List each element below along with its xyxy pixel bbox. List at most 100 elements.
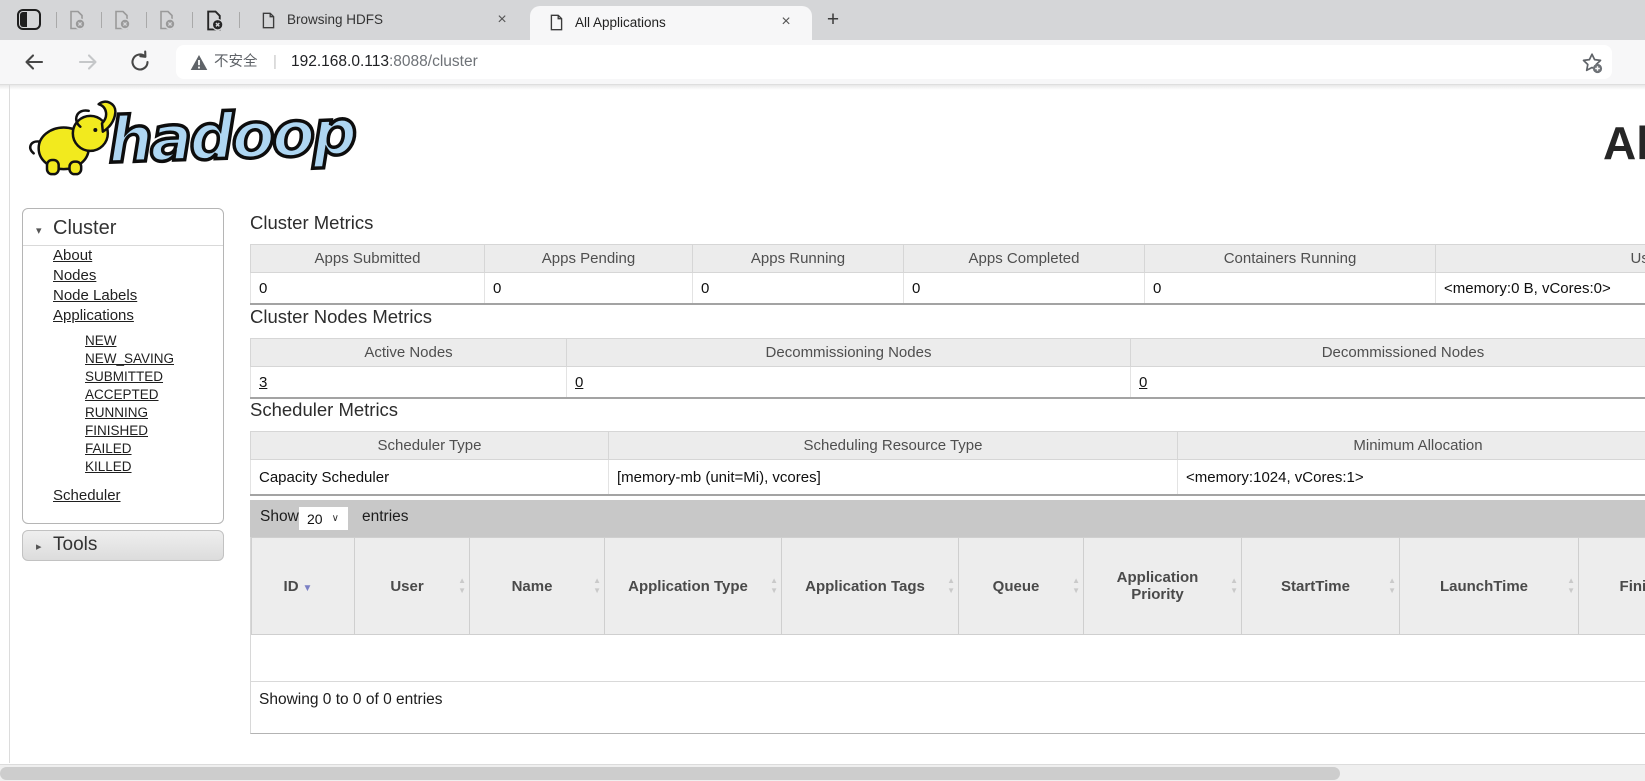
decommissioning-nodes-link[interactable]: 0 — [575, 374, 583, 391]
blocked-file-icon — [112, 10, 132, 30]
col-application-priority[interactable]: Application Priority▲▼ — [1084, 538, 1242, 635]
pinned-tab-2[interactable] — [112, 10, 132, 30]
sidebar-item-applications[interactable]: Applications — [53, 307, 134, 324]
table-length-toolbar: Show 20 ∨ entries — [250, 500, 1645, 537]
horizontal-scrollbar[interactable] — [0, 764, 1645, 781]
url-text: 192.168.0.113:8088/cluster — [291, 45, 478, 79]
pinned-tab-4[interactable] — [204, 10, 224, 30]
scheduler-metrics-heading: Scheduler Metrics — [250, 399, 398, 421]
scrollbar-thumb[interactable] — [0, 767, 1340, 780]
sidebar-item-accepted[interactable]: ACCEPTED — [85, 387, 159, 402]
blocked-file-icon — [204, 10, 225, 31]
sort-icons: ▲▼ — [1388, 576, 1396, 596]
table-header-row: Active Nodes Decommissioning Nodes Decom… — [251, 339, 1645, 367]
sort-icons: ▲▼ — [1230, 576, 1238, 596]
col-queue[interactable]: Queue▲▼ — [959, 538, 1084, 635]
chevron-right-icon: ▸ — [36, 540, 42, 553]
table-header-row: Apps Submitted Apps Pending Apps Running… — [251, 245, 1645, 273]
url-separator: | — [273, 45, 277, 79]
sidebar-item-submitted[interactable]: SUBMITTED — [85, 369, 163, 384]
chevron-down-icon[interactable]: ▾ — [36, 224, 42, 237]
back-button[interactable] — [22, 50, 46, 74]
sidebar-item-about[interactable]: About — [53, 247, 92, 264]
refresh-button[interactable] — [128, 50, 152, 74]
close-icon[interactable]: × — [492, 10, 512, 30]
scheduling-resource-type-value: [memory-mb (unit=Mi), vcores] — [609, 460, 1178, 496]
col-finishtime[interactable]: FinishTime▲▼ — [1579, 538, 1645, 635]
pinned-tab-3[interactable] — [157, 10, 177, 30]
apps-completed-value: 0 — [904, 273, 1145, 305]
tab-separator — [56, 12, 57, 28]
sort-icons: ▲▼ — [770, 576, 778, 596]
empty-table-row — [251, 635, 1645, 682]
table-info-text: Showing 0 to 0 of 0 entries — [259, 691, 443, 709]
col-name[interactable]: Name▲▼ — [470, 538, 605, 635]
decommissioned-nodes-link[interactable]: 0 — [1139, 374, 1147, 391]
sidebar-tools-section[interactable]: ▸ Tools — [22, 530, 224, 561]
cluster-metrics-table: Apps Submitted Apps Pending Apps Running… — [250, 244, 1645, 305]
sort-desc-icon: ▼ — [303, 583, 313, 594]
sidebar-item-new-saving[interactable]: NEW_SAVING — [85, 351, 174, 366]
col-apps-completed: Apps Completed — [904, 245, 1145, 273]
col-active-nodes: Active Nodes — [251, 339, 567, 367]
col-application-type[interactable]: Application Type▲▼ — [605, 538, 782, 635]
sort-icons: ▲▼ — [947, 576, 955, 596]
sidebar-item-nodes[interactable]: Nodes — [53, 267, 96, 284]
page-icon — [260, 12, 277, 29]
tab-title: All Applications — [575, 15, 666, 30]
toolbar-shadow — [0, 85, 1645, 90]
scheduler-type-value: Capacity Scheduler — [251, 460, 609, 496]
close-icon[interactable]: × — [776, 12, 796, 32]
tab-strip: Browsing HDFS × All Applications × + — [0, 0, 1645, 40]
sort-icons: ▲▼ — [1072, 576, 1080, 596]
sidebar-item-running[interactable]: RUNNING — [85, 405, 148, 420]
col-minimum-allocation: Minimum Allocation — [1178, 432, 1645, 460]
tab-separator — [192, 12, 193, 28]
tab-browsing-hdfs[interactable]: Browsing HDFS × — [242, 0, 528, 40]
page-size-select[interactable]: 20 ∨ — [299, 507, 348, 530]
sort-icons: ▲▼ — [1567, 576, 1575, 596]
col-used-resources: Used Resources — [1436, 245, 1645, 273]
applications-table-container: ID▼ User▲▼ Name▲▼ Application Type▲▼ App… — [250, 537, 1645, 734]
applications-table: ID▼ User▲▼ Name▲▼ Application Type▲▼ App… — [251, 537, 1645, 635]
tab-separator — [101, 12, 102, 28]
sidebar-item-killed[interactable]: KILLED — [85, 459, 132, 474]
sidebar-item-failed[interactable]: FAILED — [85, 441, 132, 456]
col-application-tags[interactable]: Application Tags▲▼ — [782, 538, 959, 635]
page-title: All Applications — [1603, 116, 1645, 170]
workspaces-icon[interactable] — [17, 9, 41, 30]
tab-all-applications[interactable]: All Applications × — [530, 6, 812, 40]
col-starttime[interactable]: StartTime▲▼ — [1242, 538, 1400, 635]
col-id[interactable]: ID▼ — [252, 538, 355, 635]
cluster-metrics-heading: Cluster Metrics — [250, 212, 373, 234]
sidebar-item-finished[interactable]: FINISHED — [85, 423, 148, 438]
sidebar-cluster-title[interactable]: Cluster — [53, 217, 116, 240]
new-tab-button[interactable]: + — [820, 7, 846, 33]
cluster-nodes-metrics-table: Active Nodes Decommissioning Nodes Decom… — [250, 338, 1645, 399]
table-row: 3 0 0 — [251, 367, 1645, 399]
col-apps-pending: Apps Pending — [485, 245, 693, 273]
forward-button[interactable] — [76, 50, 100, 74]
favorite-star-icon[interactable] — [1580, 51, 1604, 75]
blocked-file-icon — [67, 10, 87, 30]
apps-submitted-value: 0 — [251, 273, 485, 305]
url-host: 192.168.0.113 — [291, 53, 389, 70]
table-header-row: ID▼ User▲▼ Name▲▼ Application Type▲▼ App… — [252, 538, 1645, 635]
show-label: Show — [260, 508, 299, 526]
pinned-tab-1[interactable] — [67, 10, 87, 30]
browser-window: Browsing HDFS × All Applications × + 不安全… — [0, 0, 1645, 781]
col-launchtime[interactable]: LaunchTime▲▼ — [1400, 538, 1579, 635]
col-apps-running: Apps Running — [693, 245, 904, 273]
sidebar-item-node-labels[interactable]: Node Labels — [53, 287, 137, 304]
active-nodes-link[interactable]: 3 — [259, 374, 267, 391]
chevron-down-icon: ∨ — [332, 513, 339, 524]
tab-title: Browsing HDFS — [287, 12, 383, 27]
sidebar-item-new[interactable]: NEW — [85, 333, 117, 348]
sidebar-item-scheduler[interactable]: Scheduler — [53, 487, 121, 504]
col-user[interactable]: User▲▼ — [355, 538, 470, 635]
table-row: Capacity Scheduler [memory-mb (unit=Mi),… — [251, 460, 1645, 496]
viewport-left-edge — [9, 85, 10, 763]
used-resources-value: <memory:0 B, vCores:0> — [1436, 273, 1645, 305]
col-decommissioning-nodes: Decommissioning Nodes — [567, 339, 1131, 367]
not-secure-warning-icon[interactable] — [190, 54, 208, 71]
